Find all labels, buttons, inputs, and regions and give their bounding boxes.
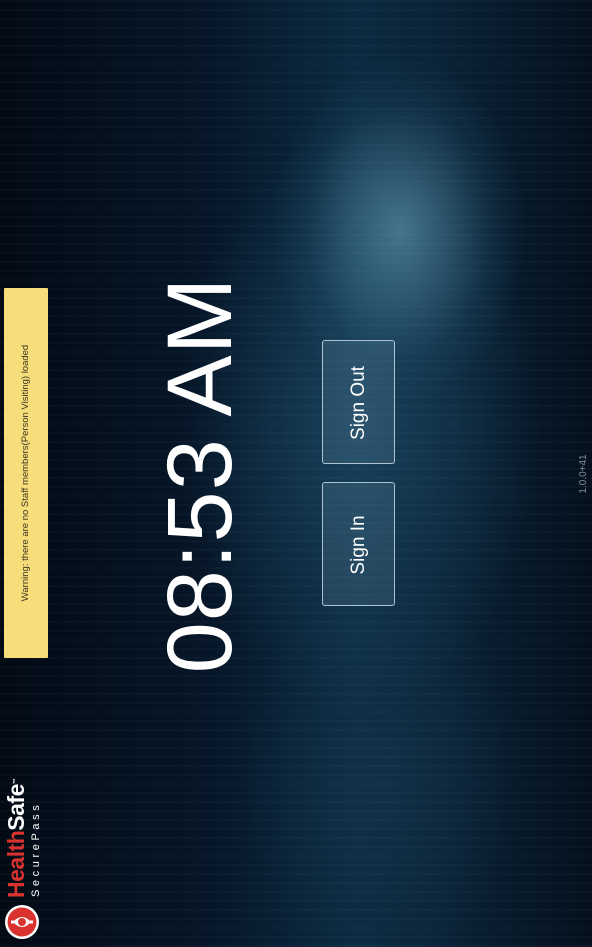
logo-tagline: SecurePass [30,801,42,897]
warning-banner: Warning: there are no Staff members(Pers… [4,288,48,658]
sign-out-label: Sign Out [348,366,369,440]
logo-safe-text: Safe [3,784,29,831]
logo-trademark: ™ [13,778,19,785]
healthsafe-logo: HealthSafe™ SecurePass [0,758,46,943]
sign-out-button[interactable]: Sign Out [322,340,395,464]
logo-health-text: Health [3,830,29,898]
clock-time: 08:53 AM [149,276,251,674]
sign-in-label: Sign In [348,515,369,575]
sign-in-button[interactable]: Sign In [322,482,395,606]
background-texture [0,0,592,947]
healthsafe-shield-icon [5,905,39,939]
warning-text: Warning: there are no Staff members(Pers… [20,344,31,602]
logo-brand: HealthSafe™ [3,768,29,898]
version-label: 1.0.0+41 [578,454,589,494]
